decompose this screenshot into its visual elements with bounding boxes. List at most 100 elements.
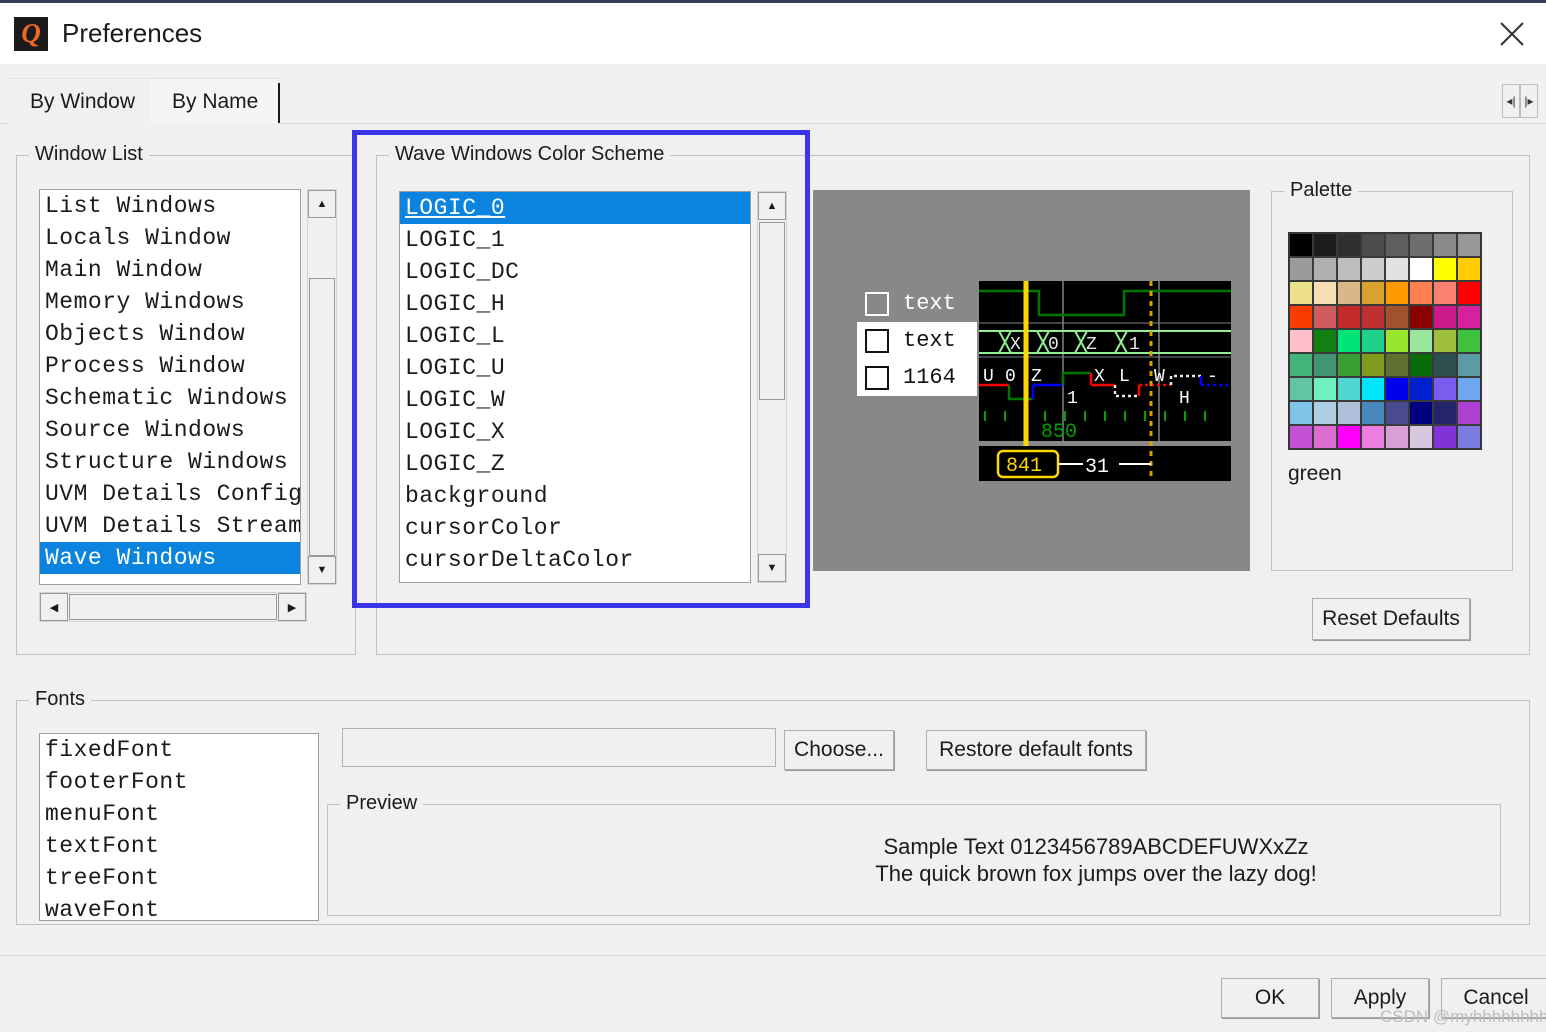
palette-swatch[interactable]: [1433, 401, 1457, 425]
palette-swatch[interactable]: [1361, 377, 1385, 401]
palette-swatch[interactable]: [1337, 257, 1361, 281]
list-item[interactable]: Source Windows: [40, 414, 300, 446]
palette-swatch[interactable]: [1409, 305, 1433, 329]
list-item[interactable]: textFont: [40, 830, 318, 862]
palette-swatch-grid[interactable]: [1288, 232, 1482, 450]
palette-swatch[interactable]: [1385, 329, 1409, 353]
palette-swatch[interactable]: [1337, 281, 1361, 305]
scrollbar-thumb[interactable]: [69, 594, 277, 620]
list-item-selected[interactable]: Wave Windows: [40, 542, 300, 574]
palette-swatch[interactable]: [1385, 425, 1409, 449]
scroll-down-icon[interactable]: ▼: [758, 554, 786, 582]
palette-swatch[interactable]: [1433, 281, 1457, 305]
palette-swatch[interactable]: [1457, 329, 1481, 353]
palette-swatch[interactable]: [1409, 233, 1433, 257]
palette-swatch[interactable]: [1457, 401, 1481, 425]
scroll-up-icon[interactable]: ▲: [758, 192, 786, 220]
palette-swatch[interactable]: [1361, 305, 1385, 329]
list-item[interactable]: LOGIC_W: [400, 384, 750, 416]
list-item[interactable]: LOGIC_U: [400, 352, 750, 384]
palette-swatch[interactable]: [1313, 233, 1337, 257]
checkbox-icon[interactable]: [865, 365, 889, 390]
palette-swatch[interactable]: [1457, 233, 1481, 257]
palette-swatch[interactable]: [1361, 425, 1385, 449]
tab-scroll-right-icon[interactable]: |▸: [1520, 84, 1538, 118]
restore-default-fonts-button[interactable]: Restore default fonts: [926, 730, 1146, 770]
list-item[interactable]: Locals Window: [40, 222, 300, 254]
color-scheme-vertical-scrollbar[interactable]: ▲ ▼: [757, 191, 787, 583]
palette-swatch[interactable]: [1337, 233, 1361, 257]
list-item[interactable]: LOGIC_H: [400, 288, 750, 320]
cancel-button[interactable]: Cancel: [1441, 978, 1546, 1018]
palette-swatch[interactable]: [1361, 353, 1385, 377]
tab-scroll-left-icon[interactable]: ◂|: [1502, 84, 1520, 118]
scroll-right-icon[interactable]: ▶: [278, 593, 306, 621]
palette-swatch[interactable]: [1385, 305, 1409, 329]
palette-swatch[interactable]: [1313, 425, 1337, 449]
palette-swatch[interactable]: [1289, 329, 1313, 353]
tab-by-name[interactable]: By Name: [150, 78, 281, 124]
list-item[interactable]: Main Window: [40, 254, 300, 286]
palette-swatch[interactable]: [1409, 353, 1433, 377]
list-item[interactable]: treeFont: [40, 862, 318, 894]
palette-swatch[interactable]: [1385, 257, 1409, 281]
font-name-input[interactable]: [342, 728, 776, 767]
palette-swatch[interactable]: [1313, 281, 1337, 305]
palette-swatch[interactable]: [1361, 401, 1385, 425]
palette-swatch[interactable]: [1457, 377, 1481, 401]
palette-swatch[interactable]: [1361, 257, 1385, 281]
scroll-left-icon[interactable]: ◀: [40, 593, 68, 621]
palette-swatch[interactable]: [1289, 401, 1313, 425]
palette-swatch[interactable]: [1433, 425, 1457, 449]
palette-swatch[interactable]: [1289, 305, 1313, 329]
list-item[interactable]: UVM Details Stream: [40, 510, 300, 542]
list-item[interactable]: fixedFont: [40, 734, 318, 766]
palette-swatch[interactable]: [1385, 233, 1409, 257]
window-listbox[interactable]: List Windows Locals Window Main Window M…: [39, 189, 301, 585]
palette-swatch[interactable]: [1433, 305, 1457, 329]
palette-swatch[interactable]: [1289, 257, 1313, 281]
palette-swatch[interactable]: [1385, 281, 1409, 305]
ok-button[interactable]: OK: [1221, 978, 1319, 1018]
palette-swatch[interactable]: [1433, 377, 1457, 401]
close-icon[interactable]: [1488, 11, 1536, 57]
palette-swatch[interactable]: [1337, 401, 1361, 425]
checkbox-icon[interactable]: [865, 291, 889, 316]
palette-swatch[interactable]: [1385, 353, 1409, 377]
palette-swatch[interactable]: [1433, 329, 1457, 353]
tab-by-window[interactable]: By Window: [8, 78, 158, 124]
palette-swatch[interactable]: [1289, 281, 1313, 305]
list-item[interactable]: UVM Details ConfigD: [40, 478, 300, 510]
palette-swatch[interactable]: [1409, 401, 1433, 425]
palette-swatch[interactable]: [1385, 377, 1409, 401]
palette-swatch[interactable]: [1457, 353, 1481, 377]
list-item[interactable]: LOGIC_X: [400, 416, 750, 448]
palette-swatch[interactable]: [1433, 353, 1457, 377]
list-item[interactable]: Process Window: [40, 350, 300, 382]
palette-swatch[interactable]: [1409, 377, 1433, 401]
palette-swatch[interactable]: [1361, 281, 1385, 305]
list-item[interactable]: LOGIC_L: [400, 320, 750, 352]
scrollbar-thumb[interactable]: [309, 278, 335, 556]
palette-swatch[interactable]: [1289, 377, 1313, 401]
window-list-vertical-scrollbar[interactable]: ▲ ▼: [307, 189, 337, 585]
palette-swatch[interactable]: [1409, 281, 1433, 305]
palette-swatch[interactable]: [1313, 353, 1337, 377]
scroll-up-icon[interactable]: ▲: [308, 190, 336, 218]
color-scheme-listbox[interactable]: LOGIC_0 LOGIC_1 LOGIC_DC LOGIC_H LOGIC_L…: [399, 191, 751, 583]
palette-swatch[interactable]: [1457, 425, 1481, 449]
choose-font-button[interactable]: Choose...: [784, 730, 894, 770]
apply-button[interactable]: Apply: [1331, 978, 1429, 1018]
wave-signal-row[interactable]: 1164: [857, 359, 977, 396]
list-item[interactable]: cursorColor: [400, 512, 750, 544]
palette-swatch[interactable]: [1337, 329, 1361, 353]
scroll-down-icon[interactable]: ▼: [308, 556, 336, 584]
list-item-selected[interactable]: LOGIC_0: [400, 192, 750, 224]
palette-swatch[interactable]: [1433, 233, 1457, 257]
palette-swatch[interactable]: [1337, 305, 1361, 329]
list-item[interactable]: background: [400, 480, 750, 512]
palette-swatch[interactable]: [1433, 257, 1457, 281]
palette-swatch[interactable]: [1289, 425, 1313, 449]
wave-signal-row[interactable]: text: [857, 285, 977, 322]
list-item[interactable]: Memory Windows: [40, 286, 300, 318]
